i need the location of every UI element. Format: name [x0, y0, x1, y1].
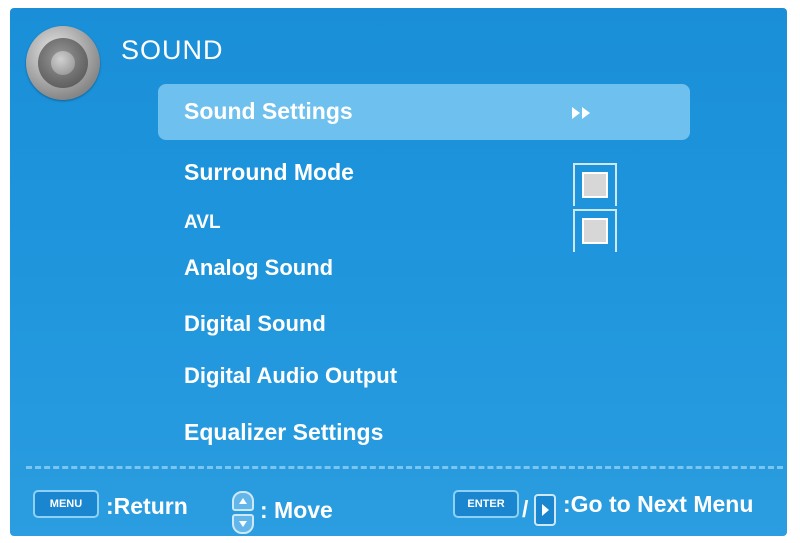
slash-separator: / [522, 496, 529, 522]
return-hint: :Return [106, 493, 188, 519]
menu-item-equalizer-settings[interactable]: Equalizer Settings [184, 419, 383, 446]
speaker-icon [26, 26, 100, 100]
menu-key[interactable]: MENU [33, 490, 99, 518]
menu-item-surround-mode[interactable]: Surround Mode [184, 159, 354, 186]
menu-item-digital-audio-output[interactable]: Digital Audio Output [184, 363, 397, 389]
menu-item-sound-settings[interactable]: Sound Settings [184, 98, 353, 125]
avl-checkbox[interactable] [573, 209, 617, 252]
right-arrow-key-icon[interactable] [534, 494, 556, 526]
menu-item-avl[interactable]: AVL [184, 212, 221, 234]
divider [26, 466, 783, 469]
next-menu-hint: :Go to Next Menu [563, 491, 754, 517]
surround-mode-checkbox[interactable] [573, 163, 617, 206]
move-hint: : Move [260, 497, 333, 523]
menu-item-digital-sound[interactable]: Digital Sound [184, 311, 326, 337]
page-title: SOUND [121, 35, 224, 65]
menu-item-analog-sound[interactable]: Analog Sound [184, 255, 333, 281]
enter-key[interactable]: ENTER [453, 490, 519, 518]
up-down-arrows-icon [232, 491, 254, 535]
double-arrow-right-icon [572, 107, 590, 119]
sound-menu-panel: SOUND Sound Settings Surround Mode AVL A… [10, 8, 787, 536]
